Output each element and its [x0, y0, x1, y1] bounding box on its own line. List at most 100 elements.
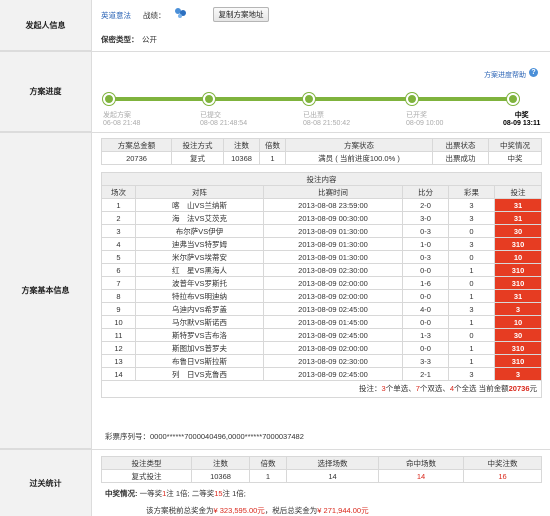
table-row: 8 特拉布VS明迪纳 2013-08-09 02:00:00 0-0 1 31 — [101, 289, 542, 303]
bet-table-title: 投注内容 — [101, 172, 542, 186]
match-teams: 迪弗当VS特罗姆 — [135, 237, 264, 251]
settlement-header-selected: 选择场数 — [286, 456, 379, 470]
match-result: 1 — [448, 263, 495, 277]
match-result: 0 — [448, 276, 495, 290]
progress-step-dot-5 — [507, 93, 519, 105]
bet-header-time: 比赛时间 — [263, 185, 403, 199]
progress-step-3: 已出票 08-08 21:50:42 — [303, 112, 351, 127]
match-teams: 布鲁日VS斯拉斯 — [135, 354, 264, 368]
privacy-value: 公开 — [142, 35, 157, 44]
table-row: 11 斯特罗VS吉布洛 2013-08-09 02:45:00 1-3 0 30 — [101, 328, 542, 342]
match-result: 3 — [448, 237, 495, 251]
match-time: 2013-08-09 01:30:00 — [263, 250, 403, 264]
progress-help-link[interactable]: 方案进度帮助 — [484, 70, 526, 80]
progress-step-4: 已开奖 08-09 10:00 — [406, 112, 444, 127]
table-row: 7 波普年VS罗斯托 2013-08-09 02:00:00 1-6 0 310 — [101, 276, 542, 290]
match-score: 3-3 — [402, 354, 449, 368]
settlement-type: 复式投注 — [101, 469, 192, 483]
match-bet: 310 — [494, 354, 542, 368]
match-result: 1 — [448, 354, 495, 368]
match-teams: 斯特罗VS吉布洛 — [135, 328, 264, 342]
match-time: 2013-08-09 02:30:00 — [263, 263, 403, 277]
progress-step-dot-2 — [203, 93, 215, 105]
match-score: 1-6 — [402, 276, 449, 290]
match-no: 2 — [101, 211, 136, 225]
summary-header-win: 中奖情况 — [488, 138, 542, 152]
summary-header-ticket-status: 出票状态 — [432, 138, 489, 152]
match-result: 0 — [448, 250, 495, 264]
record-label: 战绩： — [143, 11, 166, 20]
match-teams: 波普年VS罗斯托 — [135, 276, 264, 290]
table-row: 1喀 山VS兰纳斯 2013-08-08 23:59:00 2-0 3 31 — [101, 198, 542, 212]
prize-summary: 该方案税前总奖金为¥ 323,595.00元，税后总奖金为¥ 271,944.0… — [146, 506, 369, 515]
match-result: 3 — [448, 367, 495, 381]
match-time: 2013-08-09 02:30:00 — [263, 354, 403, 368]
summary-status: 满员 ( 当前进度100.0% ) — [285, 151, 433, 165]
settlement-header-winning: 中奖注数 — [463, 456, 542, 470]
help-icon[interactable]: ? — [529, 68, 538, 77]
match-bet: 30 — [494, 224, 542, 238]
match-time: 2013-08-09 01:45:00 — [263, 315, 403, 329]
progress-step-1: 发起方案 06-08 21:48 — [103, 112, 141, 127]
table-row: 12 斯图加VS普罗夫 2013-08-09 02:00:00 0-0 1 310 — [101, 341, 542, 355]
match-teams: 布尔萨VS伊伊 — [135, 224, 264, 238]
match-no: 9 — [101, 302, 136, 316]
match-no: 14 — [101, 367, 136, 381]
match-score: 1-0 — [402, 237, 449, 251]
match-score: 1-3 — [402, 328, 449, 342]
match-bet: 3 — [494, 302, 542, 316]
progress-step-dot-3 — [303, 93, 315, 105]
table-row: 6红 星VS黑海人 2013-08-09 02:30:00 0-0 1 310 — [101, 263, 542, 277]
summary-multiple: 1 — [259, 151, 286, 165]
bet-header-score: 比分 — [402, 185, 449, 199]
record-icon[interactable] — [174, 6, 187, 19]
match-score: 0-3 — [402, 224, 449, 238]
match-score: 4-0 — [402, 302, 449, 316]
match-score: 0-0 — [402, 289, 449, 303]
match-time: 2013-08-09 02:45:00 — [263, 302, 403, 316]
table-row: 4 迪弗当VS特罗姆 2013-08-09 01:30:00 1-0 3 310 — [101, 237, 542, 251]
match-no: 13 — [101, 354, 136, 368]
match-no: 1 — [101, 198, 136, 212]
match-bet: 31 — [494, 198, 542, 212]
progress-step-5: 中奖 08-09 13:11 — [503, 112, 541, 127]
settlement-header-type: 投注类型 — [101, 456, 192, 470]
basic-section-label: 方案基本信息 — [0, 133, 92, 449]
match-no: 11 — [101, 328, 136, 342]
settlement-multiple: 1 — [249, 469, 287, 483]
match-bet: 30 — [494, 328, 542, 342]
match-no: 4 — [101, 237, 136, 251]
initiator-section-label: 发起人信息 — [0, 0, 92, 51]
bet-header-no: 场次 — [101, 185, 136, 199]
match-score: 2-1 — [402, 367, 449, 381]
settlement-hits: 14 — [378, 469, 464, 483]
match-bet: 31 — [494, 289, 542, 303]
match-time: 2013-08-09 00:30:00 — [263, 211, 403, 225]
settlement-header-hits: 命中场数 — [378, 456, 464, 470]
match-teams: 斯图加VS普罗夫 — [135, 341, 264, 355]
match-no: 12 — [101, 341, 136, 355]
progress-section-label: 方案进度 — [0, 52, 92, 132]
copy-plan-url-button[interactable]: 复制方案地址 — [213, 7, 269, 22]
match-bet: 31 — [494, 211, 542, 225]
summary-header-multiple: 倍数 — [259, 138, 286, 152]
match-bet: 310 — [494, 341, 542, 355]
table-row: 3 布尔萨VS伊伊 2013-08-09 01:30:00 0-3 0 30 — [101, 224, 542, 238]
match-bet: 310 — [494, 237, 542, 251]
match-result: 3 — [448, 198, 495, 212]
settlement-header-count: 注数 — [191, 456, 250, 470]
table-row: 14 列 日VS克鲁西 2013-08-09 02:45:00 2-1 3 3 — [101, 367, 542, 381]
match-teams: 红 星VS黑海人 — [135, 263, 264, 277]
match-no: 7 — [101, 276, 136, 290]
initiator-username-link[interactable]: 英道意法 — [101, 10, 131, 21]
match-score: 0-3 — [402, 250, 449, 264]
match-bet: 310 — [494, 263, 542, 277]
match-result: 3 — [448, 302, 495, 316]
privacy-label: 保密类型： — [101, 35, 139, 44]
match-time: 2013-08-09 02:45:00 — [263, 367, 403, 381]
bet-footer: 投注：3个单选、7个双选、4个全选 当前金额20736元 — [101, 381, 542, 398]
bet-header-bet: 投注 — [494, 185, 542, 199]
progress-step-2: 已提交 08-08 21:48:54 — [200, 112, 248, 127]
table-row: 9 乌迪内VS希罗盖 2013-08-09 02:45:00 4-0 3 3 — [101, 302, 542, 316]
match-bet: 10 — [494, 250, 542, 264]
